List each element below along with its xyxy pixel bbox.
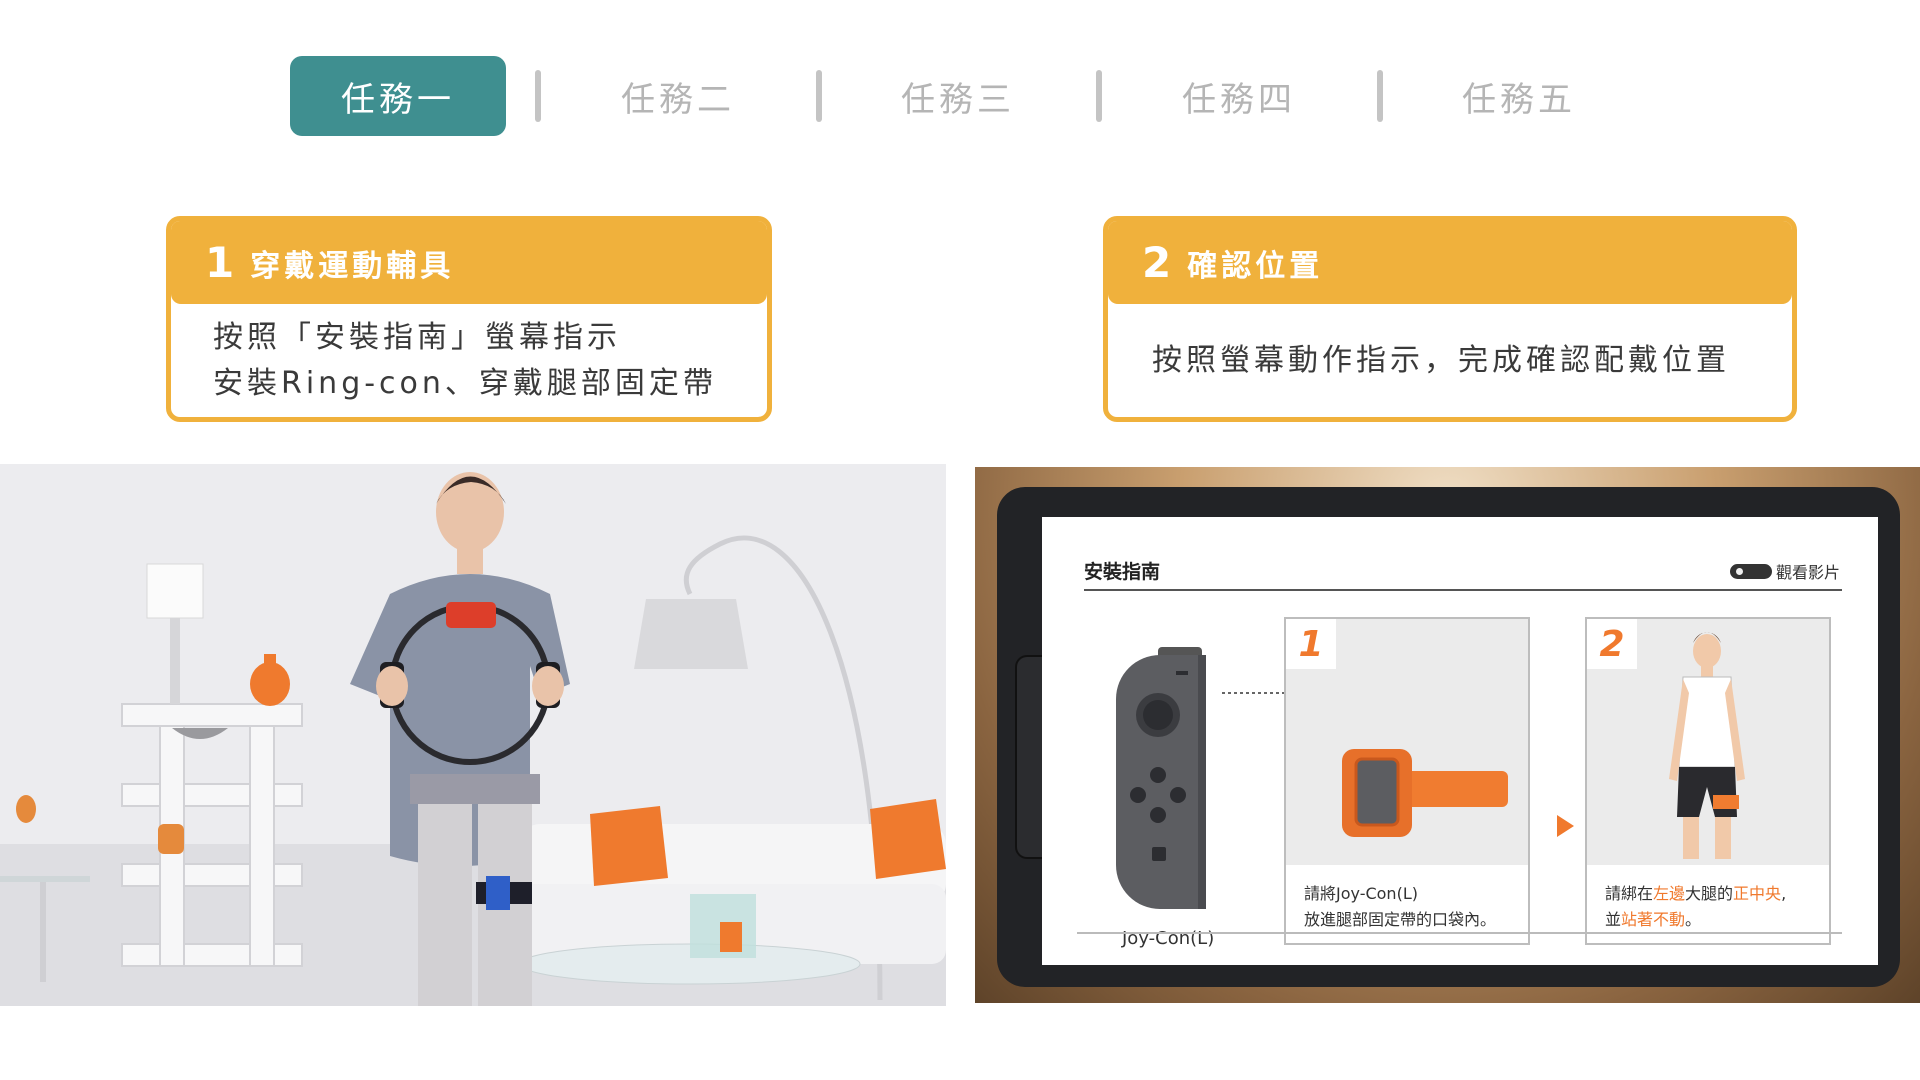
step-card-1: 1 穿戴運動輔具 按照「安裝指南」螢幕指示 安裝Ring-con、穿戴腿部固定帶 <box>166 216 772 422</box>
step-description: 按照螢幕動作指示，完成確認配戴位置 <box>1108 304 1792 417</box>
panel-caption: 請將Joy-Con(L) 放進腿部固定帶的口袋內。 <box>1304 881 1522 933</box>
install-guide-screen: 安裝指南 觀看影片 Joy-Con(L) 1 請將Joy-Con(L) 放進腿部… <box>1042 517 1878 965</box>
guide-panel-1: 1 請將Joy-Con(L) 放進腿部固定帶的口袋內。 <box>1284 617 1530 945</box>
tab-separator <box>1096 70 1102 122</box>
tab-task-1[interactable]: 任務一 <box>290 56 506 136</box>
tab-separator <box>1377 70 1383 122</box>
watch-video-link[interactable]: 觀看影片 <box>1729 559 1840 583</box>
joycon-illustration <box>1116 647 1206 909</box>
video-icon <box>1729 563 1772 579</box>
panel-caption-line: 請將Joy-Con(L) <box>1304 884 1418 903</box>
panel-number: 2 <box>1587 619 1637 669</box>
tab-task-3[interactable]: 任務三 <box>850 56 1066 136</box>
tablet-screenshot-panel: 安裝指南 觀看影片 Joy-Con(L) 1 請將Joy-Con(L) 放進腿部… <box>975 467 1920 1003</box>
step-number: 1 <box>205 238 235 287</box>
panel-number: 1 <box>1286 619 1336 669</box>
step-title: 穿戴運動輔具 <box>250 248 455 284</box>
step-number: 2 <box>1142 238 1172 287</box>
tab-separator <box>816 70 822 122</box>
demo-photo <box>0 464 946 1006</box>
bottom-divider <box>1077 932 1842 934</box>
switch-console: 安裝指南 觀看影片 Joy-Con(L) 1 請將Joy-Con(L) 放進腿部… <box>997 487 1900 987</box>
step-description: 按照「安裝指南」螢幕指示 安裝Ring-con、穿戴腿部固定帶 <box>171 304 767 417</box>
step-card-header: 2 確認位置 <box>1108 221 1792 304</box>
arrow-right-icon <box>1557 815 1574 837</box>
tab-separator <box>535 70 541 122</box>
watch-video-label: 觀看影片 <box>1775 563 1840 582</box>
step-card-header: 1 穿戴運動輔具 <box>171 221 767 304</box>
install-guide-title: 安裝指南 <box>1084 561 1161 583</box>
step-card-2: 2 確認位置 按照螢幕動作指示，完成確認配戴位置 <box>1103 216 1797 422</box>
step-description-line: 安裝Ring-con、穿戴腿部固定帶 <box>213 365 717 401</box>
tab-task-5[interactable]: 任務五 <box>1411 56 1627 136</box>
living-room-illustration <box>0 464 946 1006</box>
panel-caption-line: 並站著不動。 <box>1605 910 1702 929</box>
tab-task-4[interactable]: 任務四 <box>1131 56 1347 136</box>
step-description-line: 按照「安裝指南」螢幕指示 <box>213 319 621 355</box>
panel-caption-line: 請綁在左邊大腿的正中央, <box>1605 884 1787 903</box>
title-divider <box>1084 589 1842 591</box>
tab-task-2[interactable]: 任務二 <box>570 56 786 136</box>
step-title: 確認位置 <box>1187 248 1324 284</box>
panel-caption: 請綁在左邊大腿的正中央, 並站著不動。 <box>1605 881 1823 933</box>
panel-caption-line: 放進腿部固定帶的口袋內。 <box>1304 910 1497 929</box>
step-description-line: 按照螢幕動作指示，完成確認配戴位置 <box>1152 342 1730 378</box>
task-tabs: 任務一 任務二 任務三 任務四 任務五 <box>0 56 1920 136</box>
guide-panel-2: 2 請綁在左邊大腿的正中央, 並站著不動。 <box>1585 617 1831 945</box>
